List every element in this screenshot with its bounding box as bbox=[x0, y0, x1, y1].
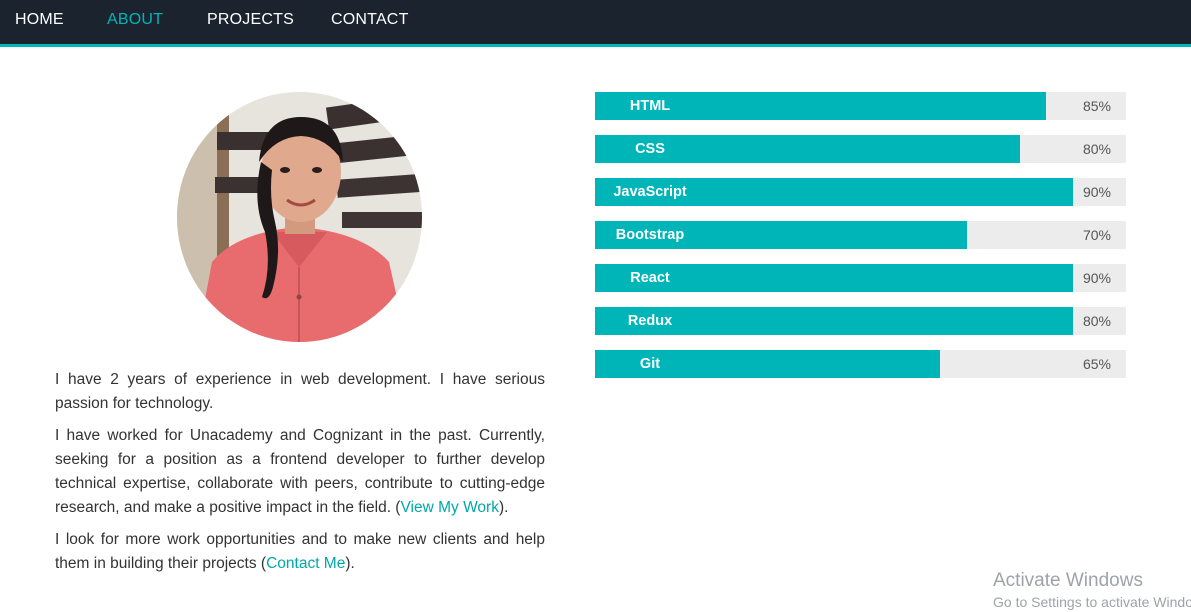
about-paragraph-3: I look for more work opportunities and t… bbox=[55, 531, 545, 572]
skill-row-html: HTML 85% bbox=[595, 92, 1126, 120]
skill-name: React bbox=[630, 270, 670, 286]
top-navbar: HOME ABOUT PROJECTS CONTACT bbox=[0, 0, 1191, 47]
skill-row-javascript: JavaScript 90% bbox=[595, 178, 1126, 206]
nav-contact-link[interactable]: CONTACT bbox=[331, 0, 409, 44]
skill-row-redux: Redux 80% bbox=[595, 307, 1126, 335]
skill-percent: 65% bbox=[1082, 356, 1111, 372]
watermark-subtitle: Go to Settings to activate Windows. bbox=[993, 594, 1191, 610]
skill-name: JavaScript bbox=[613, 184, 687, 200]
about-description: I have 2 years of experience in web deve… bbox=[55, 368, 545, 584]
skill-percent: 80% bbox=[1082, 313, 1111, 329]
about-paragraph-2: I have worked for Unacademy and Cognizan… bbox=[55, 427, 545, 516]
contact-me-link[interactable]: Contact Me bbox=[266, 555, 345, 572]
skill-percent: 70% bbox=[1082, 227, 1111, 243]
profile-photo bbox=[177, 92, 422, 342]
skill-row-css: CSS 80% bbox=[595, 135, 1126, 163]
about-paragraph-1: I have 2 years of experience in web deve… bbox=[55, 371, 545, 412]
skill-name: Redux bbox=[627, 313, 673, 329]
skill-row-bootstrap: Bootstrap 70% bbox=[595, 221, 1126, 249]
nav-about-link[interactable]: ABOUT bbox=[107, 0, 163, 44]
skill-percent: 90% bbox=[1082, 184, 1111, 200]
skill-name: HTML bbox=[629, 98, 671, 114]
skill-percent: 80% bbox=[1082, 141, 1111, 157]
skill-percent: 90% bbox=[1082, 270, 1111, 286]
skill-row-git: Git 65% bbox=[595, 350, 1126, 378]
nav-home-link[interactable]: HOME bbox=[15, 0, 64, 44]
nav-projects-link[interactable]: PROJECTS bbox=[207, 0, 294, 44]
watermark-title: Activate Windows bbox=[993, 570, 1143, 591]
skill-name: Git bbox=[639, 356, 661, 372]
skill-row-react: React 90% bbox=[595, 264, 1126, 292]
skill-name: Bootstrap bbox=[615, 227, 685, 243]
view-my-work-link[interactable]: View My Work bbox=[400, 499, 498, 516]
skill-name: CSS bbox=[635, 141, 665, 157]
activate-windows-watermark: Activate Windows Go to Settings to activ… bbox=[993, 569, 1191, 611]
skill-percent: 85% bbox=[1082, 98, 1111, 114]
